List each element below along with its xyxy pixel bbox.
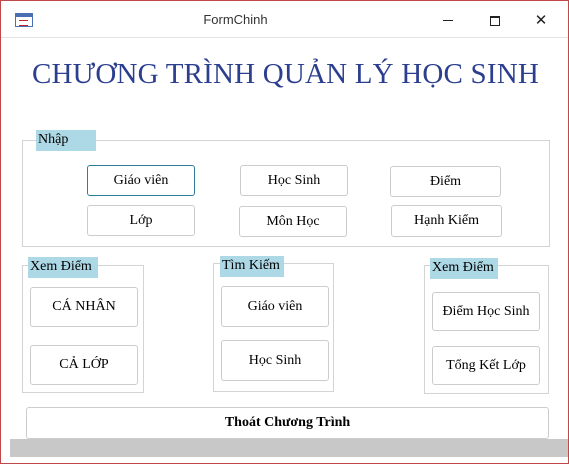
close-button[interactable]: ✕ xyxy=(521,7,561,33)
minimize-button[interactable] xyxy=(428,7,468,33)
group-nhap-label: Nhập xyxy=(36,130,96,151)
exit-button[interactable]: Thoát Chương Trình xyxy=(26,407,549,439)
nhap-giao-vien-button[interactable]: Giáo viên xyxy=(87,165,195,196)
window-title: FormChinh xyxy=(203,12,268,27)
tim-kiem-hoc-sinh-button[interactable]: Học Sinh xyxy=(221,340,329,381)
diem-hoc-sinh-button[interactable]: Điểm Học Sinh xyxy=(432,292,540,331)
nhap-hanh-kiem-button[interactable]: Hạnh Kiểm xyxy=(391,205,502,237)
ca-lop-button[interactable]: CẢ LỚP xyxy=(30,345,138,385)
nhap-lop-button[interactable]: Lớp xyxy=(87,205,195,236)
tong-ket-lop-button[interactable]: Tổng Kết Lớp xyxy=(432,346,540,385)
nhap-hoc-sinh-button[interactable]: Học Sinh xyxy=(240,165,348,196)
bottom-strip xyxy=(10,439,568,457)
group-tim-kiem-label: Tìm Kiếm xyxy=(220,256,284,277)
group-xem-diem-left-label: Xem Điểm xyxy=(28,257,98,278)
nhap-diem-button[interactable]: Điểm xyxy=(390,166,501,197)
maximize-icon xyxy=(490,15,500,26)
title-bar[interactable]: FormChinh ✕ xyxy=(1,1,568,38)
minimize-icon xyxy=(443,20,453,21)
group-xem-diem-right-label: Xem Điểm xyxy=(430,258,498,279)
nhap-mon-hoc-button[interactable]: Môn Học xyxy=(239,206,347,237)
maximize-button[interactable] xyxy=(475,7,515,33)
tim-kiem-giao-vien-button[interactable]: Giáo viên xyxy=(221,286,329,327)
main-window: FormChinh ✕ CHƯƠNG TRÌNH QUẢN LÝ HỌC SIN… xyxy=(0,0,569,464)
ca-nhan-button[interactable]: CÁ NHÂN xyxy=(30,287,138,327)
close-icon: ✕ xyxy=(534,11,548,29)
page-title: CHƯƠNG TRÌNH QUẢN LÝ HỌC SINH xyxy=(31,58,540,90)
